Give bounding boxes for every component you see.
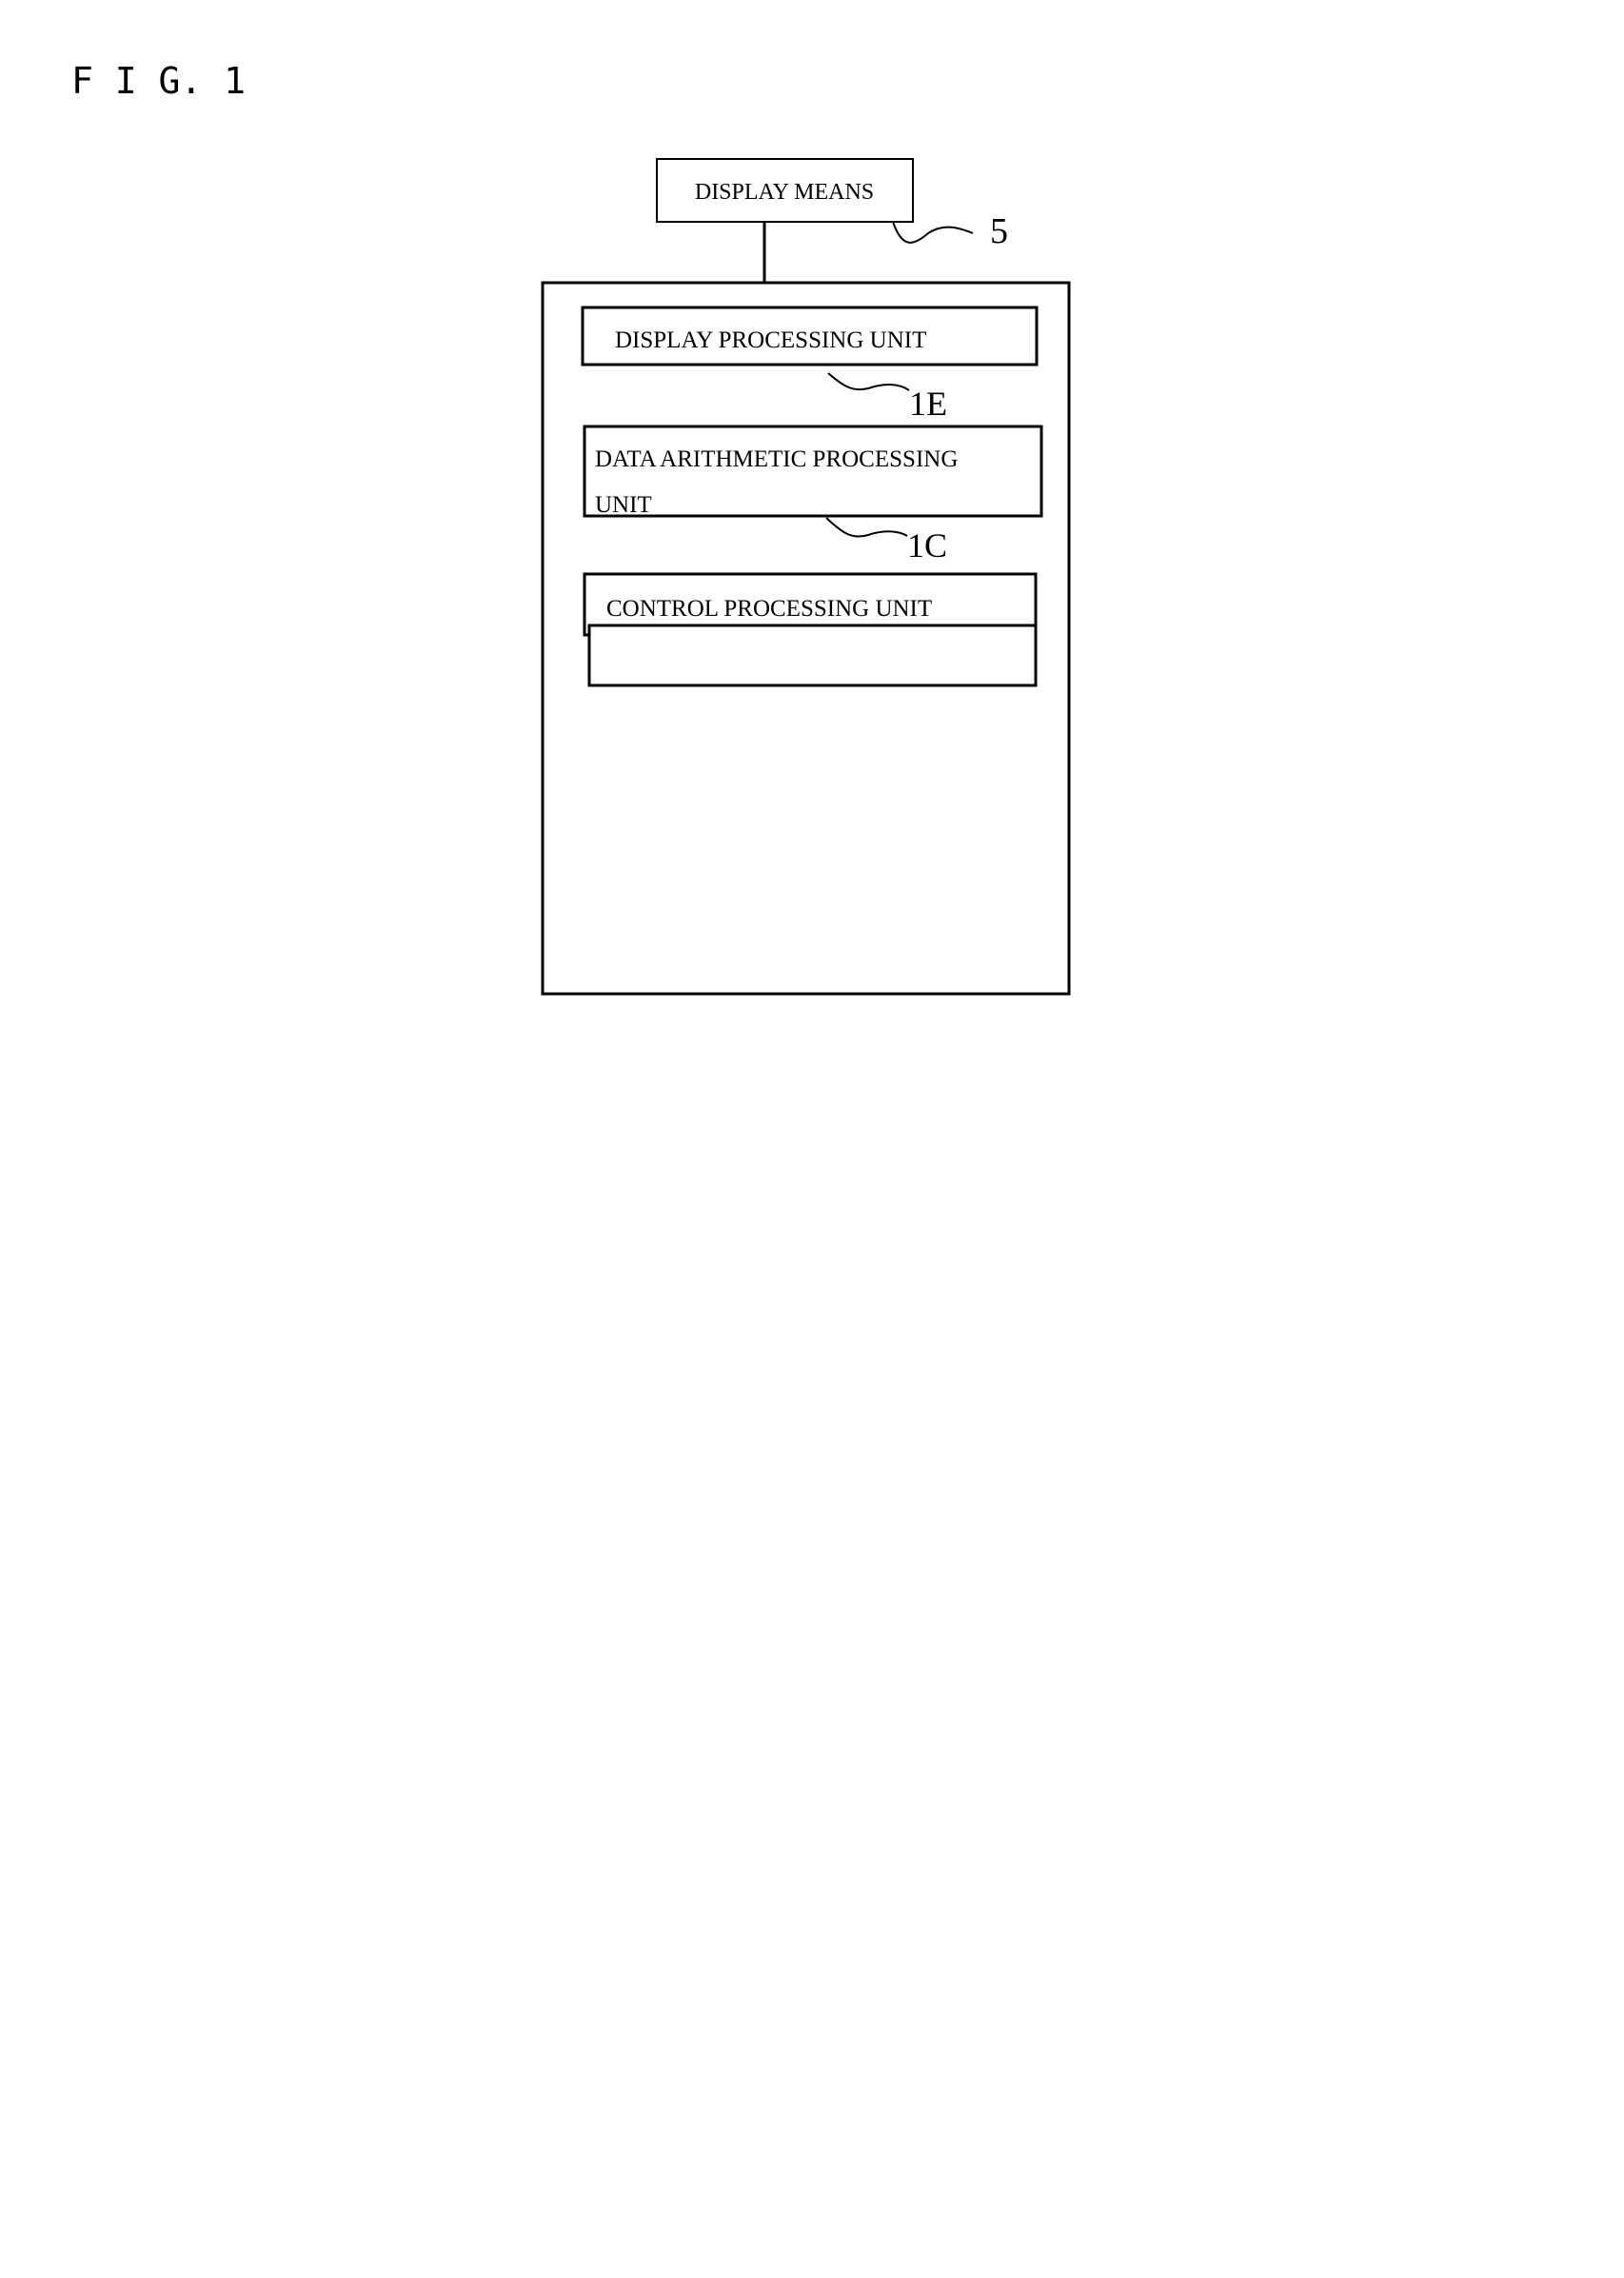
data-arithmetic-unit-label-line2: UNIT — [595, 492, 652, 518]
fig1-title: F I G. 1 — [71, 60, 246, 102]
figure-1: F I G. 1 DISPLAY MEANS 5 DISPLAY PROCESS… — [71, 60, 1071, 996]
unit-1c-ref: 1C — [907, 526, 947, 565]
display-means-block: DISPLAY MEANS 5 — [656, 158, 1008, 283]
display-means-ref: 5 — [990, 211, 1008, 251]
display-means-label: DISPLAY MEANS — [695, 180, 874, 205]
control-processing-unit-label: CONTROL PROCESSING UNIT — [606, 596, 932, 622]
primary-storage-unit-box — [587, 624, 1038, 687]
data-arithmetic-unit-label-line1: DATA ARITHMETIC PROCESSING — [595, 446, 958, 472]
unit-primary-storage — [587, 624, 1038, 687]
unit-1e-ref: 1E — [909, 385, 947, 423]
display-processing-unit-label: DISPLAY PROCESSING UNIT — [615, 327, 926, 353]
patent-figure-sheet: F I G. 1 DISPLAY MEANS 5 DISPLAY PROCESS… — [71, 60, 1071, 996]
display-means-leader — [892, 221, 974, 244]
